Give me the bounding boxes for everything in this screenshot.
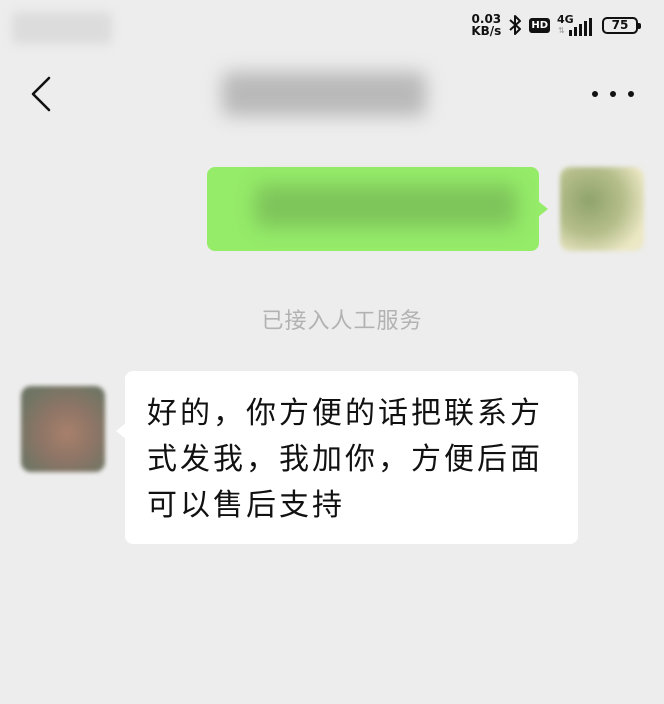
contact-avatar[interactable] xyxy=(21,386,105,472)
status-icons: 0.03 KB/s HD 4G ⇅ 75 xyxy=(471,10,641,40)
more-button[interactable] xyxy=(592,86,634,102)
more-horizontal-icon xyxy=(592,91,598,97)
system-notice: 已接入人工服务 xyxy=(261,309,423,334)
back-button[interactable] xyxy=(22,74,62,114)
incoming-message-bubble[interactable]: 好的，你方便的话把联系方式发我，我加你，方便后面可以售后支持 xyxy=(116,371,578,544)
signal-bars xyxy=(569,18,592,36)
battery-icon: 75 xyxy=(602,16,641,34)
chevron-left-icon xyxy=(31,76,51,112)
chat-header xyxy=(0,50,664,140)
chat-title-blurred xyxy=(222,72,426,116)
status-bar-time-blurred xyxy=(12,12,112,44)
net-speed: 0.03 KB/s xyxy=(471,12,502,38)
data-arrows-icon: ⇅ xyxy=(558,26,565,35)
incoming-message-text: 好的，你方便的话把联系方式发我，我加你，方便后面可以售后支持 xyxy=(147,396,543,523)
hd-badge: HD xyxy=(529,17,550,33)
battery-level: 75 xyxy=(611,17,629,32)
outgoing-message-bubble[interactable] xyxy=(207,167,548,251)
outgoing-message-text-blurred xyxy=(255,185,517,227)
status-bar: 0.03 KB/s HD 4G ⇅ 75 xyxy=(0,0,664,50)
signal-icon: 4G ⇅ xyxy=(557,12,595,38)
my-avatar[interactable] xyxy=(560,167,644,251)
bluetooth-icon xyxy=(509,15,522,35)
